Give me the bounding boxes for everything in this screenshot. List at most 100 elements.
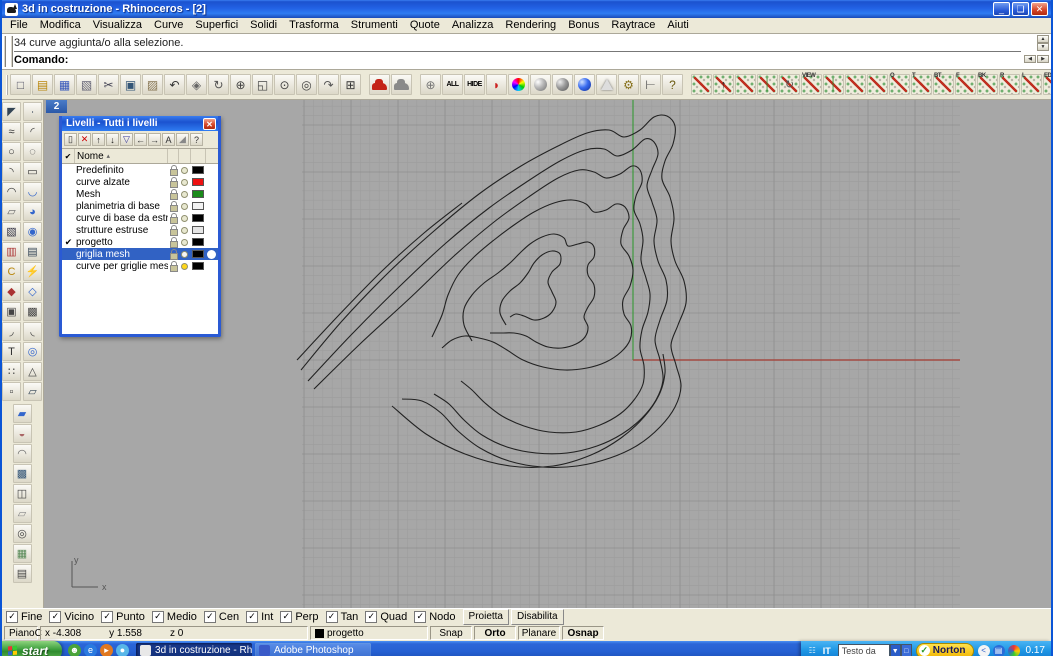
cplane-up-arrow-button[interactable]: ↑: [713, 74, 734, 95]
cplane-edit-button[interactable]: EDIT: [1043, 74, 1051, 95]
cplane-top-button[interactable]: T: [911, 74, 932, 95]
layers-panel[interactable]: Livelli - Tutti i livelli ✕ ▯✕↑↓▽←→A◢? ✔…: [59, 116, 221, 337]
box-solid-button[interactable]: ▧: [2, 222, 21, 241]
messenger-icon[interactable]: ☻: [68, 644, 81, 656]
layer-lock-icon[interactable]: [168, 213, 179, 223]
command-scroll-down[interactable]: ▼: [1037, 43, 1049, 51]
layer-bulb-icon[interactable]: [179, 203, 190, 210]
layers-header-name[interactable]: Nome ▴: [75, 149, 168, 163]
menu-file[interactable]: File: [4, 18, 34, 33]
osnap-checkbox-icon[interactable]: ✓: [101, 611, 113, 623]
paste-button[interactable]: ▨: [142, 74, 163, 95]
osnap-checkbox-icon[interactable]: ✓: [152, 611, 164, 623]
pan-button[interactable]: ◈: [186, 74, 207, 95]
zoom-dynamic-button[interactable]: ⊙: [274, 74, 295, 95]
cplane-stick-1-button[interactable]: │: [757, 74, 778, 95]
layer-row[interactable]: Mesh: [62, 188, 218, 200]
osnap-checkbox-icon[interactable]: ✓: [246, 611, 258, 623]
layer-bulb-icon[interactable]: [179, 179, 190, 186]
osnap-checkbox-icon[interactable]: ✓: [365, 611, 377, 623]
cone-primitive-button[interactable]: [596, 74, 617, 95]
cplane-pane[interactable]: PianoC: [4, 626, 38, 640]
task-button[interactable]: Adobe Photoshop: [255, 643, 371, 656]
menu-bonus[interactable]: Bonus: [562, 18, 605, 33]
cplane-4-button[interactable]: [867, 74, 888, 95]
command-grip[interactable]: [4, 36, 13, 67]
osnap-button-disabilita[interactable]: Disabilita: [511, 609, 564, 625]
menu-solidi[interactable]: Solidi: [244, 18, 283, 33]
layer-bulb-icon[interactable]: [179, 215, 190, 222]
layer-row[interactable]: strutture estruse: [62, 224, 218, 236]
options-gears-button[interactable]: ⚙: [618, 74, 639, 95]
status-pane-orto[interactable]: Orto: [474, 626, 516, 640]
layer-lock-icon[interactable]: [168, 261, 179, 271]
point-button[interactable]: ∙: [23, 102, 42, 121]
status-pane-osnap[interactable]: Osnap: [562, 626, 604, 640]
conic-button[interactable]: ◠: [2, 182, 21, 201]
menu-superfici[interactable]: Superfici: [189, 18, 244, 33]
layers-panel-titlebar[interactable]: Livelli - Tutti i livelli ✕: [62, 116, 218, 131]
layer-bulb-icon[interactable]: [179, 227, 190, 234]
extrude-panel-button[interactable]: ▤: [23, 242, 42, 261]
menu-trasforma[interactable]: Trasforma: [283, 18, 345, 33]
cplane-back-button[interactable]: BK: [977, 74, 998, 95]
render-sphere-blue-button[interactable]: [574, 74, 595, 95]
browser-orb-icon[interactable]: [1008, 645, 1020, 656]
layers-header-color[interactable]: [191, 149, 206, 163]
layer-bulb-icon[interactable]: [179, 239, 190, 246]
norton-badge[interactable]: ✓ Norton: [916, 643, 974, 656]
filter-layers-button[interactable]: ▽: [120, 133, 133, 146]
handles-on-button[interactable]: ▣: [2, 302, 21, 321]
select-all-circle-button[interactable]: ⊕: [420, 74, 441, 95]
target-tool-button[interactable]: ◎: [13, 524, 32, 543]
osnap-fine[interactable]: ✓Fine: [6, 611, 42, 623]
render-preview-button[interactable]: [391, 74, 412, 95]
menu-analizza[interactable]: Analizza: [446, 18, 500, 33]
layer-lock-icon[interactable]: [168, 237, 179, 247]
layer-bulb-icon[interactable]: [179, 263, 190, 270]
layer-color-swatch[interactable]: [190, 190, 205, 198]
render-button[interactable]: [369, 74, 390, 95]
undo-view-button[interactable]: ↷: [318, 74, 339, 95]
layers-header-lock[interactable]: [168, 149, 179, 163]
select-all-button[interactable]: ALL: [442, 74, 463, 95]
cplane-2-button[interactable]: [735, 74, 756, 95]
curve-interpolate-button[interactable]: ◜: [23, 122, 42, 141]
help-button[interactable]: ?: [662, 74, 683, 95]
layer-color-swatch[interactable]: [190, 262, 205, 270]
osnap-int[interactable]: ✓Int: [246, 611, 273, 623]
layer-row[interactable]: curve di base da estru...: [62, 212, 218, 224]
osnap-quad[interactable]: ✓Quad: [365, 611, 407, 623]
plane-tool-button[interactable]: ▱: [23, 382, 42, 401]
layer-material-cell[interactable]: [205, 250, 218, 259]
layer-bulb-icon[interactable]: [179, 251, 190, 258]
layer-color-swatch[interactable]: [190, 178, 205, 186]
arc-3pt-button[interactable]: ◡: [23, 182, 42, 201]
search-go-button[interactable]: □: [901, 644, 912, 656]
new-file-button[interactable]: □: [10, 74, 31, 95]
flash-tool-button[interactable]: ⚡: [23, 262, 42, 281]
title-bar[interactable]: 3d in costruzione - Rhinoceros - [2] _ ❏…: [2, 0, 1051, 18]
layers-header-check[interactable]: ✔: [62, 149, 75, 163]
menu-strumenti[interactable]: Strumenti: [345, 18, 404, 33]
layer-row[interactable]: griglia mesh: [62, 248, 218, 260]
command-prompt[interactable]: Comando:: [14, 52, 1021, 68]
layers-panel-close-icon[interactable]: ✕: [203, 118, 216, 130]
layer-lock-icon[interactable]: [168, 201, 179, 211]
close-button[interactable]: ✕: [1031, 2, 1048, 16]
ellipse-button[interactable]: ◌: [23, 142, 42, 161]
viewport-tab[interactable]: 2: [46, 100, 67, 113]
new-layer-button[interactable]: ▯: [64, 133, 77, 146]
poly-gray-button[interactable]: ▱: [13, 504, 32, 523]
array-dots-button[interactable]: ∷: [2, 362, 21, 381]
volume-icon[interactable]: ▤: [993, 645, 1005, 656]
handles-off-button[interactable]: ▩: [23, 302, 42, 321]
sort-color-button[interactable]: ◢: [176, 133, 189, 146]
layer-color-swatch[interactable]: [190, 226, 205, 234]
layer-color-swatch[interactable]: [190, 202, 205, 210]
hide-objects-button[interactable]: HIDE: [464, 74, 485, 95]
cplane-rotate-button[interactable]: ↻: [779, 74, 800, 95]
shade-button[interactable]: ◗: [486, 74, 507, 95]
cplane-3-button[interactable]: [845, 74, 866, 95]
osnap-perp[interactable]: ✓Perp: [280, 611, 318, 623]
